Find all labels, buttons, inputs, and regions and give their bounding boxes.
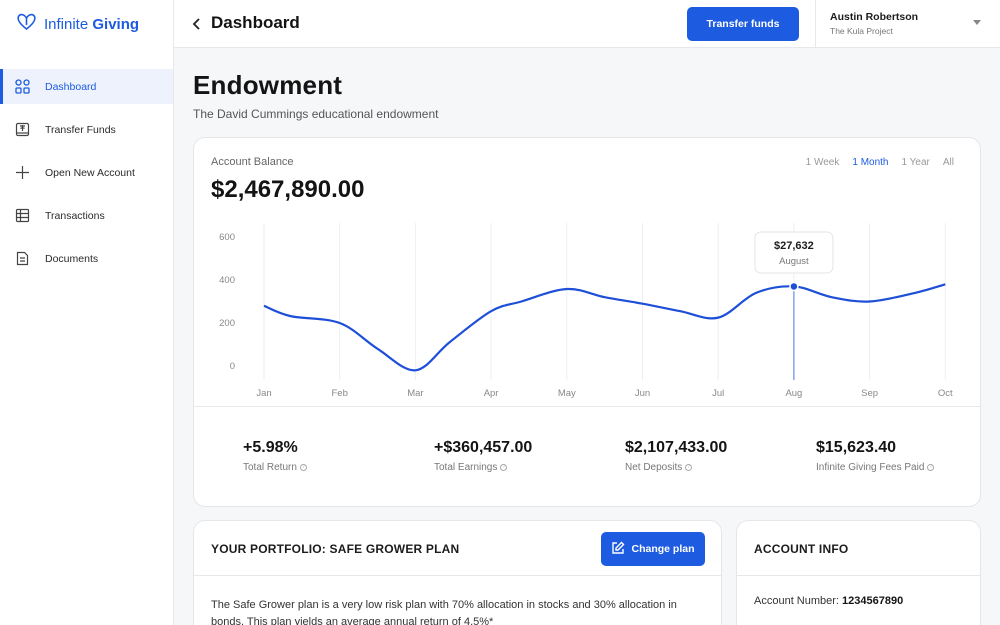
stat-value: $15,623.40: [816, 439, 897, 456]
sidebar-item-open-new-account[interactable]: Open New Account: [0, 155, 173, 190]
sidebar: Infinite Giving Dashboard Transfer Funds…: [0, 0, 174, 625]
user-name: Austin Robertson: [830, 11, 919, 23]
user-menu[interactable]: Austin Robertson The Kula Project: [830, 11, 918, 36]
edit-icon: [611, 541, 625, 558]
help-icon[interactable]: ?: [685, 464, 693, 471]
stat-label: Total Return: [243, 462, 297, 473]
account-info-heading: ACCOUNT INFO: [754, 542, 849, 556]
sidebar-item-dashboard[interactable]: Dashboard: [0, 69, 173, 104]
plus-icon: [15, 165, 30, 180]
account-number-row: Account Number: 1234567890: [754, 595, 903, 607]
page-subtitle: The David Cummings educational endowment: [193, 107, 439, 121]
header-divider: [815, 0, 816, 48]
sidebar-item-label: Transfer Funds: [45, 123, 116, 136]
y-tick-label: 600: [219, 232, 235, 243]
x-tick-label: Feb: [332, 388, 348, 399]
x-tick-label: Mar: [407, 388, 423, 399]
stat-value: +$360,457.00: [434, 439, 533, 456]
stat-label: Total Earnings: [434, 462, 498, 473]
sidebar-item-documents[interactable]: Documents: [0, 241, 173, 276]
brand-logo[interactable]: Infinite Giving: [0, 0, 173, 48]
stat-label: Net Deposits: [625, 462, 683, 473]
transfer-funds-button[interactable]: Transfer funds: [687, 7, 799, 41]
caret-down-icon[interactable]: [973, 20, 981, 25]
series-line: [263, 283, 946, 372]
table-icon: [15, 208, 30, 223]
account-info-card: ACCOUNT INFO Account Number: 1234567890: [736, 520, 981, 625]
x-tick-label: May: [558, 388, 576, 399]
help-icon[interactable]: ?: [927, 464, 935, 471]
account-number-label: Account Number:: [754, 595, 839, 607]
help-icon[interactable]: ?: [500, 464, 508, 471]
card-divider: [737, 575, 980, 576]
balance-line-chart: Jan Feb Mar Apr May Jun Jul Aug Sep Oct 600 400 200 0…: [219, 223, 953, 399]
stats-divider: [194, 406, 980, 407]
x-tick-label: Oct: [938, 388, 953, 399]
portfolio-description: The Safe Grower plan is a very low risk …: [211, 599, 677, 625]
page-title: Endowment: [193, 70, 343, 100]
transfer-icon: [15, 122, 30, 137]
stat-value: $2,107,433.00: [625, 439, 728, 456]
grid-icon: [15, 79, 30, 94]
sidebar-item-label: Transactions: [45, 209, 105, 222]
portfolio-heading: YOUR PORTFOLIO: SAFE GROWER PLAN: [211, 542, 460, 556]
help-icon[interactable]: ?: [299, 464, 307, 471]
tooltip-point: [789, 281, 799, 292]
user-organization: The Kula Project: [830, 26, 893, 36]
top-header: Dashboard Transfer funds Austin Robertso…: [174, 0, 1000, 48]
change-plan-label: Change plan: [631, 543, 695, 555]
sidebar-item-label: Dashboard: [45, 80, 97, 93]
stat-fees-paid: $15,623.40 Infinite Giving Fees Paid?: [816, 439, 935, 473]
stat-value: +5.98%: [243, 439, 298, 456]
x-tick-label: Apr: [484, 388, 499, 399]
x-tick-label: Sep: [861, 388, 878, 399]
page-header-title: Dashboard: [211, 13, 300, 32]
x-tick-label: Jan: [256, 388, 271, 399]
sidebar-item-transactions[interactable]: Transactions: [0, 198, 173, 233]
brand-name: Infinite Giving: [44, 15, 140, 33]
x-tick-label: Jun: [635, 388, 650, 399]
account-number-value: 1234567890: [842, 595, 904, 607]
stat-total-earnings: +$360,457.00 Total Earnings?: [434, 439, 532, 473]
account-balance-card: Account Balance $2,467,890.00 1 Week 1 M…: [193, 137, 981, 507]
sidebar-item-label: Open New Account: [45, 166, 135, 179]
card-divider: [194, 575, 721, 576]
stat-net-deposits: $2,107,433.00 Net Deposits?: [625, 439, 727, 473]
x-tick-label: Jul: [712, 388, 724, 399]
stat-total-return: +5.98% Total Return?: [243, 439, 307, 473]
portfolio-card: YOUR PORTFOLIO: SAFE GROWER PLAN Change …: [193, 520, 722, 625]
tooltip-value: $27,632: [774, 240, 814, 252]
x-tick-label: Aug: [785, 388, 802, 399]
tooltip-label: August: [779, 256, 809, 267]
sidebar-nav: Dashboard Transfer Funds Open New Accoun…: [0, 69, 173, 276]
y-tick-label: 0: [230, 361, 235, 372]
y-tick-label: 200: [219, 318, 235, 329]
sidebar-item-label: Documents: [45, 252, 99, 265]
sidebar-item-transfer-funds[interactable]: Transfer Funds: [0, 112, 173, 147]
back-arrow-icon[interactable]: [192, 14, 206, 34]
heart-hands-icon: [16, 13, 37, 36]
change-plan-button[interactable]: Change plan: [601, 532, 705, 566]
y-tick-label: 400: [219, 275, 235, 286]
stat-label: Infinite Giving Fees Paid: [816, 462, 925, 473]
document-icon: [15, 251, 30, 266]
